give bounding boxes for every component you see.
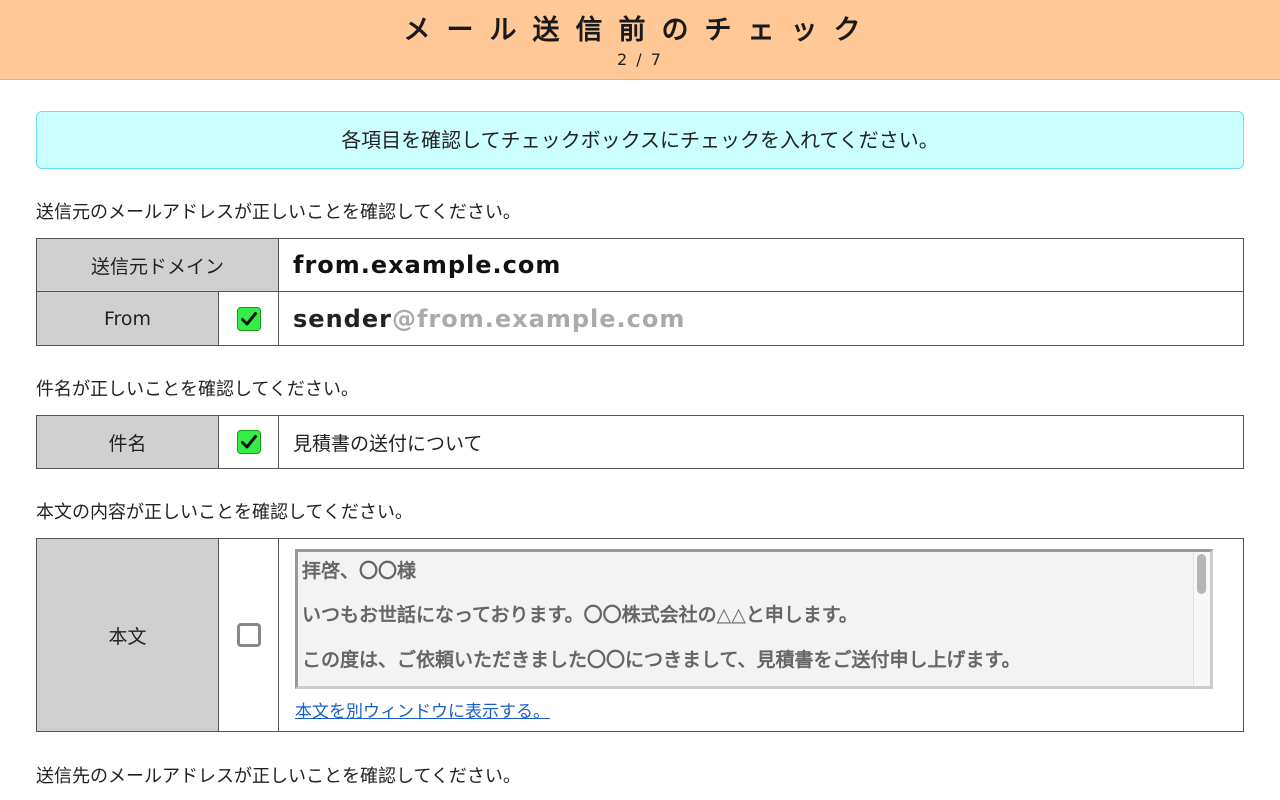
domain-label: 送信元ドメイン [35, 238, 280, 292]
body-row: 本文 拝啓、〇〇様 いつもお世話になっております。〇〇株式会社の△△と申します。… [36, 538, 1244, 732]
from-prompt: 送信元のメールアドレスが正しいことを確認してください。 [36, 202, 521, 223]
from-address-local: sender [293, 304, 392, 333]
subject-value-cell: 見積書の送付について [278, 415, 1244, 469]
subject-table: 件名 見積書の送付について [36, 415, 1244, 469]
scrollbar-thumb[interactable] [1197, 554, 1206, 594]
body-line: 拝啓、〇〇様 [302, 560, 417, 582]
check-icon [240, 435, 257, 449]
subject-label: 件名 [36, 415, 219, 469]
page-title: メール送信前のチェック [403, 15, 877, 46]
body-textarea[interactable]: 拝啓、〇〇様 いつもお世話になっております。〇〇株式会社の△△と申します。 この… [295, 549, 1213, 689]
page-header: メール送信前のチェック 2 / 7 [0, 0, 1280, 80]
check-icon [240, 311, 257, 325]
body-table: 本文 拝啓、〇〇様 いつもお世話になっております。〇〇株式会社の△△と申します。… [36, 538, 1244, 732]
subject-row: 件名 見積書の送付について [36, 415, 1244, 469]
body-label: 本文 [36, 538, 219, 732]
domain-value-cell: from.example.com [278, 238, 1244, 292]
body-prompt: 本文の内容が正しいことを確認してください。 [36, 502, 413, 523]
from-address-cell: sender@from.example.com [278, 291, 1244, 346]
domain-row: 送信元ドメイン from.example.com [35, 238, 1244, 292]
body-checkbox[interactable] [236, 623, 261, 647]
domain-value: from.example.com [293, 251, 562, 279]
body-line: この度は、ご依頼いただきました〇〇につきまして、見積書をご送付申し上げます。 [302, 649, 1021, 671]
instruction-banner: 各項目を確認してチェックボックスにチェックを入れてください。 [36, 111, 1244, 169]
to-prompt: 送信先のメールアドレスが正しいことを確認してください。 [36, 766, 521, 787]
subject-checkbox-cell [218, 415, 279, 469]
body-line: いつもお世話になっております。〇〇株式会社の△△と申します。 [302, 604, 858, 626]
from-address-domain: @from.example.com [391, 304, 686, 333]
step-indicator: 2 / 7 [617, 50, 663, 69]
from-label: From [36, 291, 219, 346]
body-scrollbar[interactable] [1193, 552, 1210, 686]
from-checkbox[interactable] [236, 306, 261, 331]
subject-prompt: 件名が正しいことを確認してください。 [36, 379, 359, 400]
subject-checkbox[interactable] [236, 430, 261, 454]
from-checkbox-cell [217, 291, 280, 346]
subject-value: 見積書の送付について [293, 432, 483, 455]
from-row: From sender@from.example.com [36, 291, 1244, 346]
from-table: 送信元ドメイン from.example.com From sender@fro… [35, 238, 1244, 346]
body-checkbox-cell [218, 538, 279, 732]
body-value-cell: 拝啓、〇〇様 いつもお世話になっております。〇〇株式会社の△△と申します。 この… [278, 538, 1244, 732]
open-body-window-link[interactable]: 本文を別ウィンドウに表示する。 [295, 697, 550, 722]
